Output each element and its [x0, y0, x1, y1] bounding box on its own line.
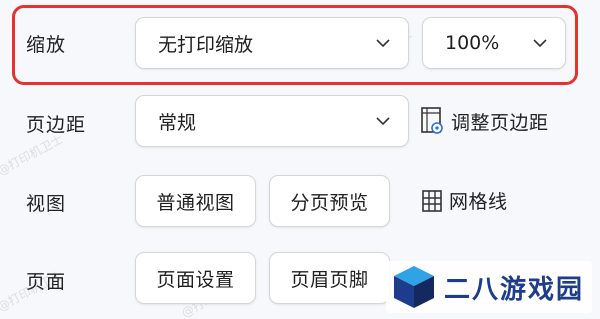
margins-label: 页边距 [26, 114, 87, 136]
gridlines-toggle[interactable]: 网格线 [421, 187, 508, 214]
scaling-label: 缩放 [26, 34, 67, 56]
header-footer-label: 页眉页脚 [290, 268, 369, 291]
site-logo: 二八游戏园 [385, 261, 592, 313]
chevron-down-icon [376, 39, 390, 48]
page-label: 页面 [26, 271, 67, 293]
logo-text: 二八游戏园 [443, 274, 584, 305]
view-label: 视图 [26, 193, 67, 215]
page-break-preview-button[interactable]: 分页预览 [269, 175, 390, 227]
normal-view-button[interactable]: 普通视图 [135, 175, 256, 227]
gridlines-icon [422, 189, 442, 212]
gridlines-label: 网格线 [449, 191, 508, 213]
watermark: @打印机卫士 [0, 131, 66, 179]
normal-view-label: 普通视图 [156, 191, 235, 214]
page-break-preview-label: 分页预览 [290, 191, 369, 214]
adjust-margins-label: 调整页边距 [451, 111, 549, 134]
scaling-percent-select[interactable]: 100% [422, 17, 566, 69]
chevron-down-icon [376, 117, 390, 126]
header-footer-button[interactable]: 页眉页脚 [269, 252, 390, 304]
chevron-down-icon [533, 39, 547, 48]
margins-value: 常规 [158, 111, 197, 134]
margins-select[interactable]: 常规 [135, 95, 409, 147]
page-setup-button[interactable]: 页面设置 [135, 252, 256, 304]
scaling-mode-select[interactable]: 无打印缩放 [135, 17, 409, 69]
adjust-margins-button[interactable]: 调整页边距 [419, 106, 549, 136]
adjust-margins-icon [421, 107, 443, 134]
cube-logo-icon [393, 266, 434, 308]
page-setup-label: 页面设置 [156, 268, 235, 291]
scaling-mode-value: 无打印缩放 [158, 33, 254, 56]
scaling-percent-value: 100% [445, 32, 500, 54]
